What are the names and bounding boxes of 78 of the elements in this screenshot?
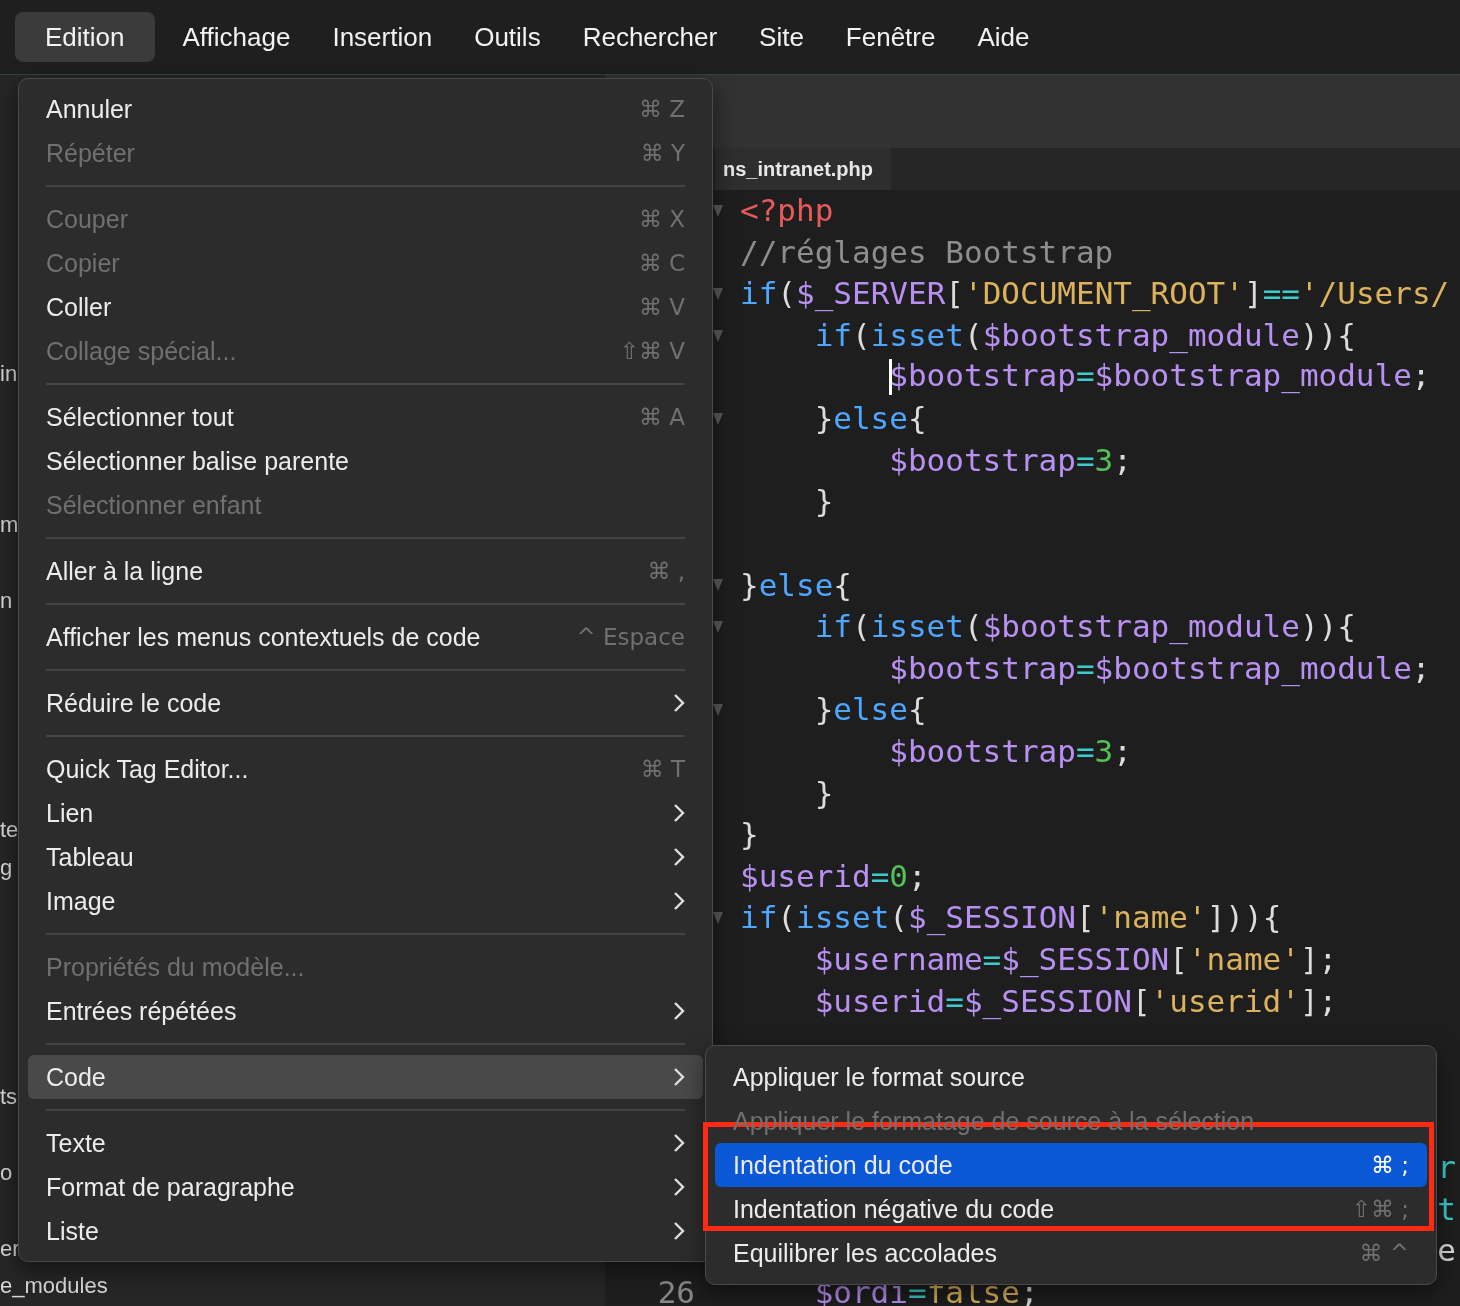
menu-item[interactable]: Sélectionner balise parente	[28, 439, 703, 483]
menubar-item[interactable]: Affichage	[166, 12, 305, 62]
code-fragment: r	[1437, 1151, 1456, 1183]
sidebar-item[interactable]: g	[0, 853, 13, 883]
menu-item[interactable]: Réduire le code	[28, 681, 703, 725]
fold-triangle-icon[interactable]	[712, 911, 723, 924]
code-line: //réglages Bootstrap	[740, 236, 1114, 268]
shortcut-label: ⌘ T	[640, 756, 685, 782]
shortcut-label: ⌘ A	[638, 404, 685, 430]
menu-item[interactable]: Equilibrer les accolades ⌘ ^	[715, 1231, 1427, 1275]
code-line: if(isset($bootstrap_module)){	[813, 320, 1356, 352]
menu-item[interactable]: Image	[28, 879, 703, 923]
code-line: }else{	[813, 403, 927, 435]
shortcut-label: ⌘ V	[638, 294, 685, 320]
menu-item[interactable]: Indentation du code ⌘ ;	[715, 1143, 1427, 1187]
code-line: <?php	[740, 195, 834, 227]
shortcut-label: ^ Espace	[576, 624, 685, 650]
code-line: $bootstrap=3;	[888, 444, 1132, 476]
sidebar-item[interactable]: ts	[0, 1082, 18, 1112]
fold-triangle-icon[interactable]	[712, 412, 723, 425]
line-number: 26	[656, 1276, 695, 1306]
menu-item[interactable]: Annuler ⌘ Z	[28, 87, 703, 131]
code-line: }else{	[740, 569, 852, 601]
code-line: if(isset($_SESSION['name'])){	[740, 902, 1282, 934]
menubar-item[interactable]: Insertion	[316, 12, 447, 62]
code-line: }	[813, 486, 834, 518]
fold-triangle-icon[interactable]	[712, 288, 723, 300]
sidebar-item[interactable]: m	[0, 510, 19, 540]
menubar-item[interactable]: Rechercher	[566, 12, 732, 62]
code-line: $userid=0;	[740, 860, 927, 892]
menubar-item[interactable]: Outils	[458, 12, 555, 62]
menu-item[interactable]: Aller à la ligne ⌘ ,	[28, 549, 703, 593]
fold-triangle-icon[interactable]	[712, 579, 723, 592]
sidebar-item[interactable]: n	[0, 586, 13, 616]
shortcut-label: ⇧⌘ V	[619, 338, 685, 364]
shortcut-label: ⌘ Y	[640, 140, 685, 166]
shortcut-label: ⌘ ,	[647, 558, 685, 584]
code-line: }	[740, 819, 759, 851]
menubar-item[interactable]: Site	[743, 12, 818, 62]
shortcut-label: ⌘ ;	[1370, 1152, 1409, 1178]
code-fragment: e	[1437, 1235, 1456, 1267]
code-line: $bootstrap=$bootstrap_module;	[740, 359, 1431, 396]
sidebar-item[interactable]: in	[0, 359, 18, 389]
menu-item[interactable]: Entrées répétées	[28, 989, 703, 1033]
shortcut-label: ⌘ ^	[1359, 1240, 1409, 1266]
sidebar-item[interactable]: te	[0, 815, 19, 845]
menu-item[interactable]: Lien	[28, 791, 703, 835]
menu-item[interactable]: Liste	[28, 1209, 703, 1253]
menubar-item[interactable]: Fenêtre	[829, 12, 950, 62]
menu-item[interactable]: Quick Tag Editor... ⌘ T	[28, 747, 703, 791]
menu-item[interactable]: Code	[28, 1055, 703, 1099]
fold-triangle-icon[interactable]	[712, 703, 723, 716]
menu-item[interactable]: Appliquer le format source	[715, 1055, 1427, 1099]
code-line: }	[813, 777, 834, 809]
code-line: if($_SERVER['DOCUMENT_ROOT']=='/Users/	[740, 278, 1450, 310]
fold-triangle-icon[interactable]	[712, 204, 723, 217]
shortcut-label: ⇧⌘ ;	[1351, 1196, 1409, 1222]
code-line: if(isset($bootstrap_module)){	[813, 611, 1356, 643]
code-line: $bootstrap=3;	[888, 736, 1132, 767]
menubar-item[interactable]: Edition	[15, 12, 155, 62]
shortcut-label: ⌘ Z	[638, 96, 685, 122]
menu-item[interactable]: Texte	[28, 1121, 703, 1165]
fold-triangle-icon[interactable]	[712, 620, 723, 633]
menu-item[interactable]: Format de paragraphe	[28, 1165, 703, 1209]
sidebar-item[interactable]: e_modules	[0, 1271, 108, 1301]
menubar-item[interactable]: Aide	[961, 12, 1044, 62]
code-line: }else{	[813, 694, 927, 726]
fold-triangle-icon[interactable]	[712, 329, 723, 342]
menu-item[interactable]: Coller ⌘ V	[28, 285, 703, 329]
shortcut-label: ⌘ X	[638, 206, 685, 232]
menu-item[interactable]: Tableau	[28, 835, 703, 879]
file-tab[interactable]: ns_intranet.php	[715, 148, 891, 190]
menu-item[interactable]: Sélectionner tout ⌘ A	[28, 395, 703, 439]
shortcut-label: ⌘ C	[638, 250, 685, 276]
code-fragment: t	[1437, 1193, 1456, 1225]
menu-item[interactable]: Afficher les menus contextuels de code ^ Espace	[28, 615, 703, 659]
sidebar-item[interactable]: o	[0, 1158, 13, 1188]
sidebar-item[interactable]: er	[0, 1234, 20, 1264]
